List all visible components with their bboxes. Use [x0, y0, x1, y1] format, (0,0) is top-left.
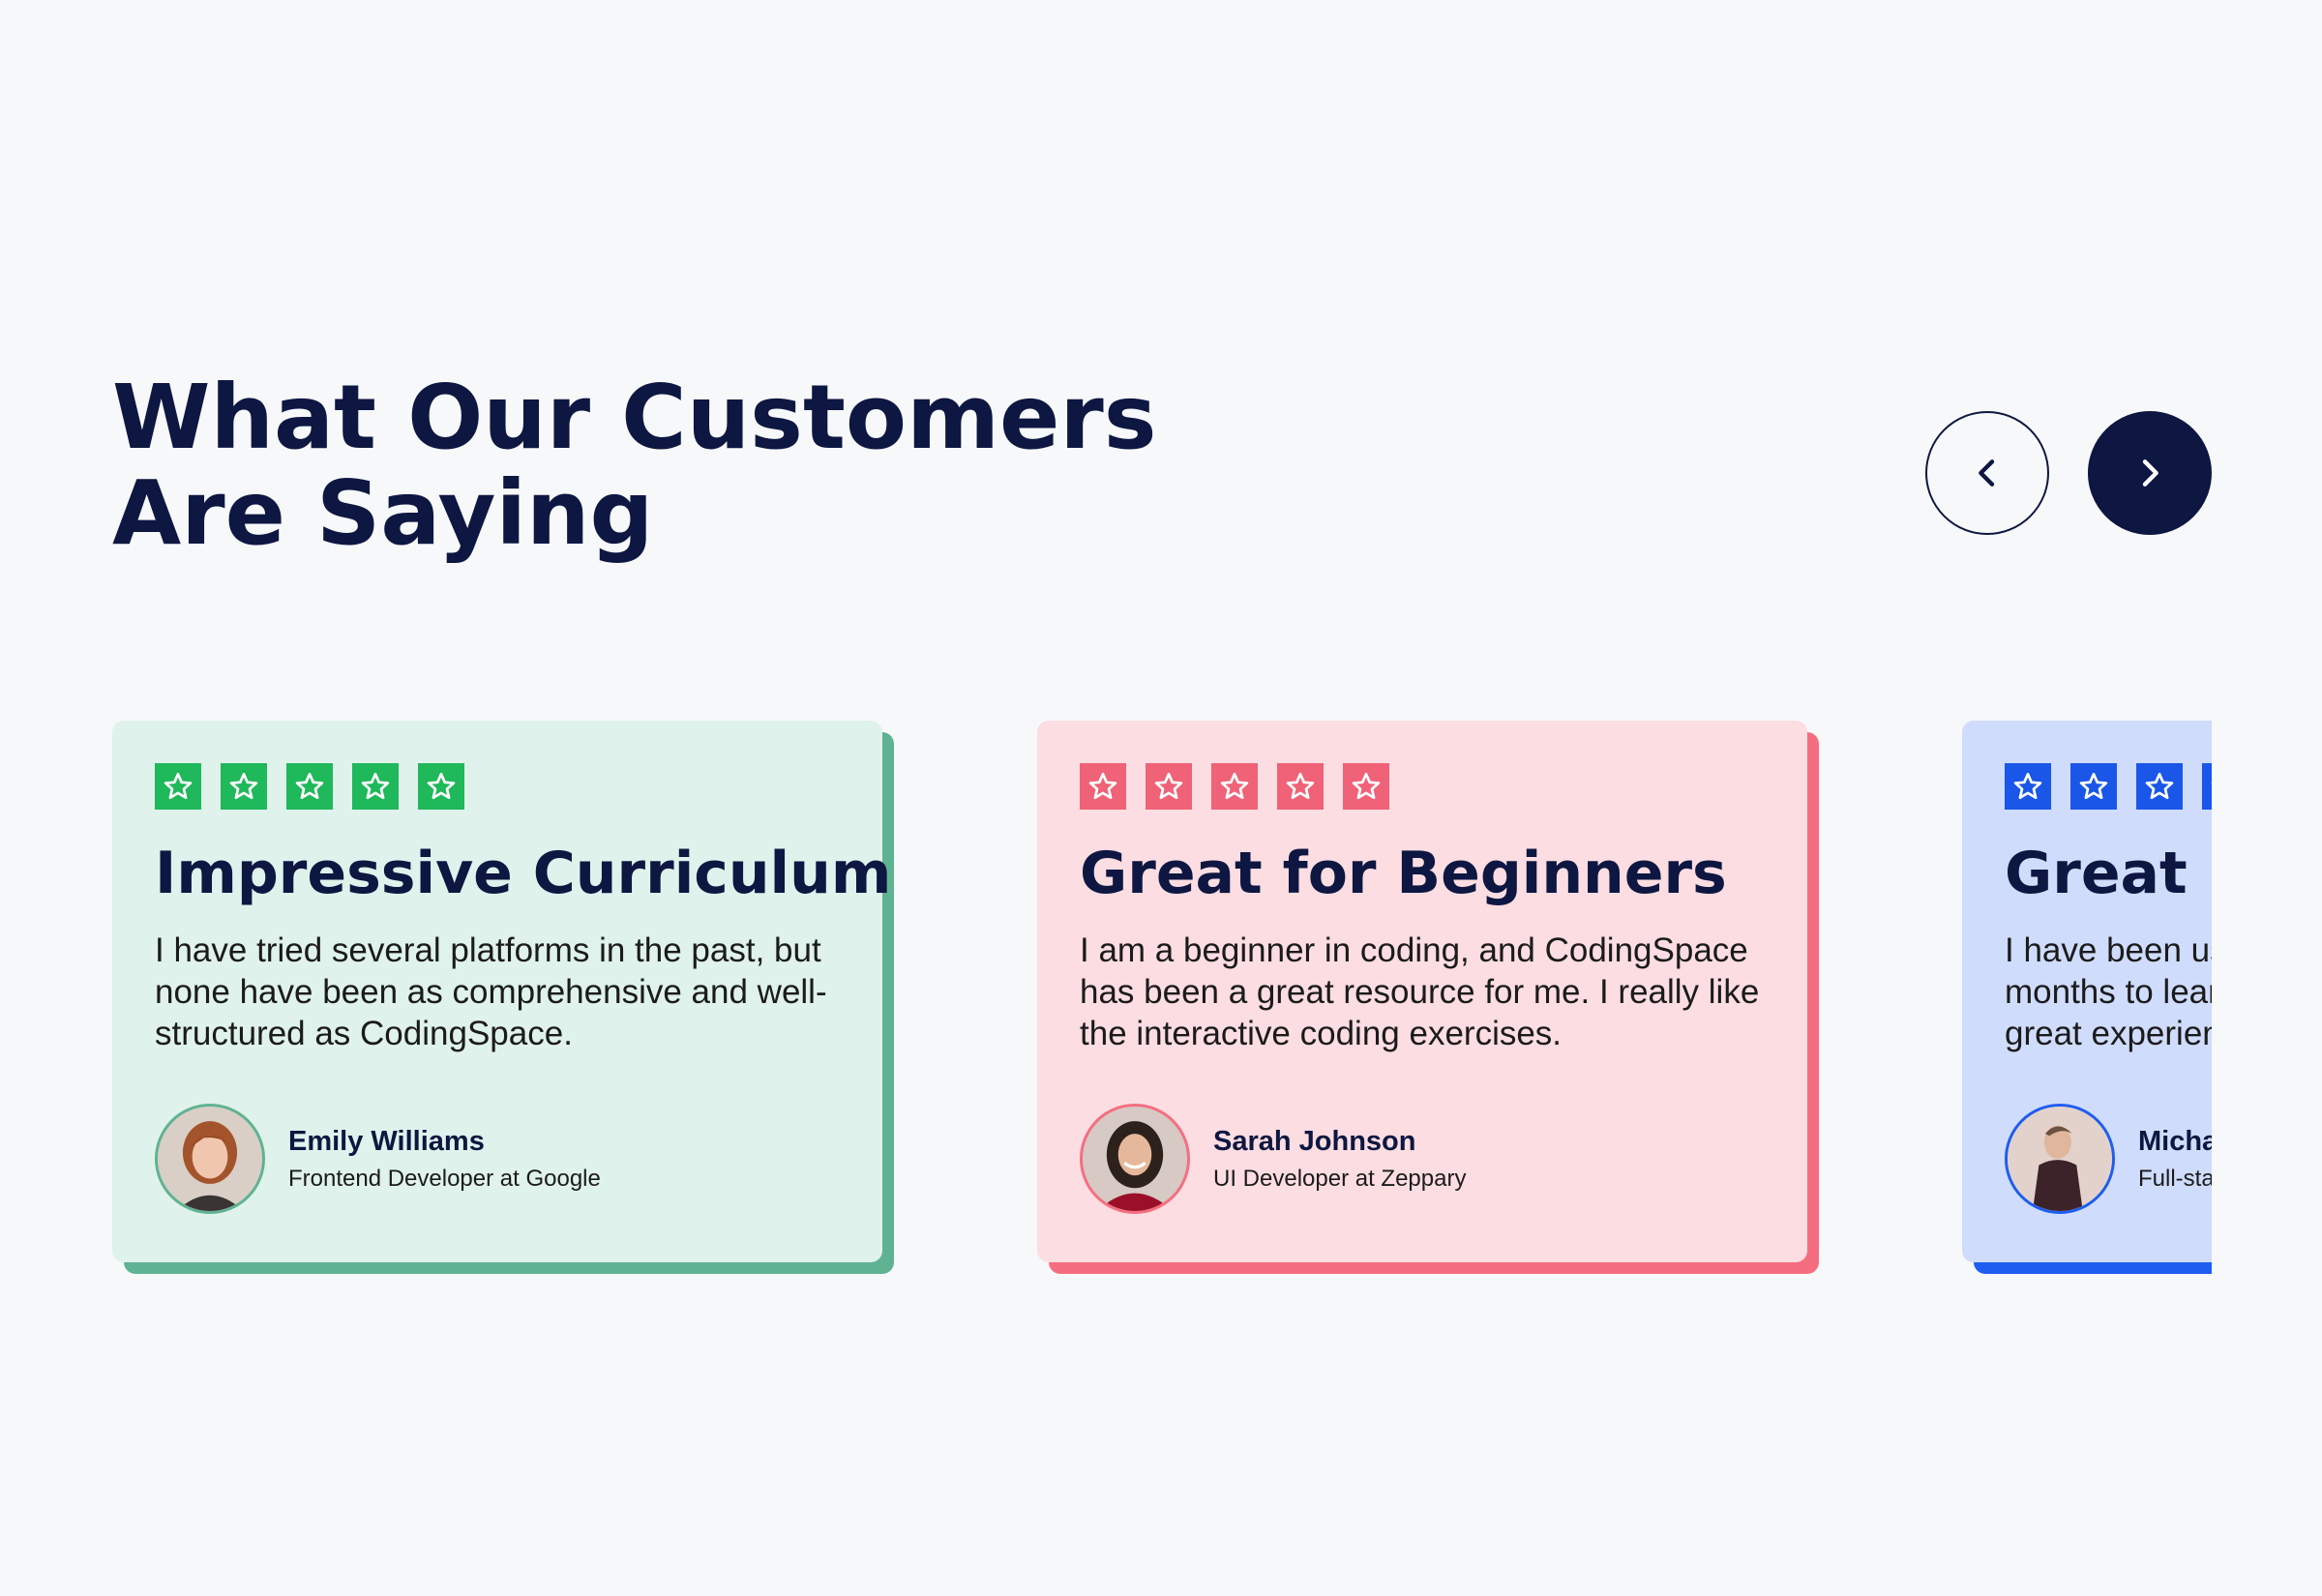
star-icon	[1343, 763, 1389, 810]
star-icon	[2202, 763, 2212, 810]
avatar	[1080, 1104, 1190, 1214]
star-icon	[286, 763, 333, 810]
heading-line-2: Are Saying	[112, 461, 654, 565]
star-icon	[155, 763, 201, 810]
card-title: Great Experience	[2005, 840, 2212, 907]
heading-line-1: What Our Customers	[112, 366, 1157, 469]
star-icon	[221, 763, 267, 810]
author: Michael Full-stack Developer	[2005, 1104, 2212, 1214]
star-icon	[1146, 763, 1192, 810]
author-role: Full-stack Developer	[2138, 1166, 2212, 1192]
card-text: I have been using CodingSpace for a few …	[2005, 931, 2212, 1052]
author-name: Emily Williams	[288, 1126, 485, 1157]
author-role: Frontend Developer at Google	[288, 1166, 601, 1192]
star-icon	[352, 763, 399, 810]
avatar	[155, 1104, 265, 1214]
avatar	[2005, 1104, 2115, 1214]
star-icon	[2070, 763, 2117, 810]
star-icon	[1211, 763, 1258, 810]
star-rating	[1080, 763, 1765, 810]
card-title: Great for Beginners	[1080, 840, 1727, 907]
testimonial-card: Great Experience I have been using Codin…	[1962, 721, 2212, 1274]
card-text: I am a beginner in coding, and CodingSpa…	[1080, 931, 1760, 1052]
star-icon	[2005, 763, 2051, 810]
star-rating	[2005, 763, 2212, 810]
section-heading: What Our Customers Are Saying	[112, 369, 1157, 561]
author: Sarah Johnson UI Developer at Zeppary	[1080, 1104, 1466, 1214]
testimonial-carousel: Impressive Curriculum I have tried sever…	[112, 721, 2212, 1282]
star-icon	[1277, 763, 1324, 810]
author-role: UI Developer at Zeppary	[1213, 1166, 1467, 1192]
next-button[interactable]	[2088, 411, 2212, 535]
chevron-left-icon	[1979, 459, 1995, 487]
star-icon	[1080, 763, 1126, 810]
prev-button[interactable]	[1925, 411, 2049, 535]
author-name: Sarah Johnson	[1213, 1126, 1416, 1157]
author: Emily Williams Frontend Developer at Goo…	[155, 1104, 601, 1214]
chevron-right-icon	[2142, 459, 2158, 487]
star-icon	[2136, 763, 2183, 810]
star-icon	[418, 763, 464, 810]
card-body: Great Experience I have been using Codin…	[1962, 721, 2212, 1262]
testimonial-card: Impressive Curriculum I have tried sever…	[112, 721, 894, 1274]
card-body: Great for Beginners I am a beginner in c…	[1037, 721, 1807, 1262]
author-name: Michael	[2138, 1126, 2212, 1157]
card-body: Impressive Curriculum I have tried sever…	[112, 721, 892, 1262]
card-text: I have tried several platforms in the pa…	[155, 931, 827, 1052]
testimonial-card: Great for Beginners I am a beginner in c…	[1037, 721, 1819, 1274]
card-title: Impressive Curriculum	[155, 840, 892, 907]
star-rating	[155, 763, 840, 810]
